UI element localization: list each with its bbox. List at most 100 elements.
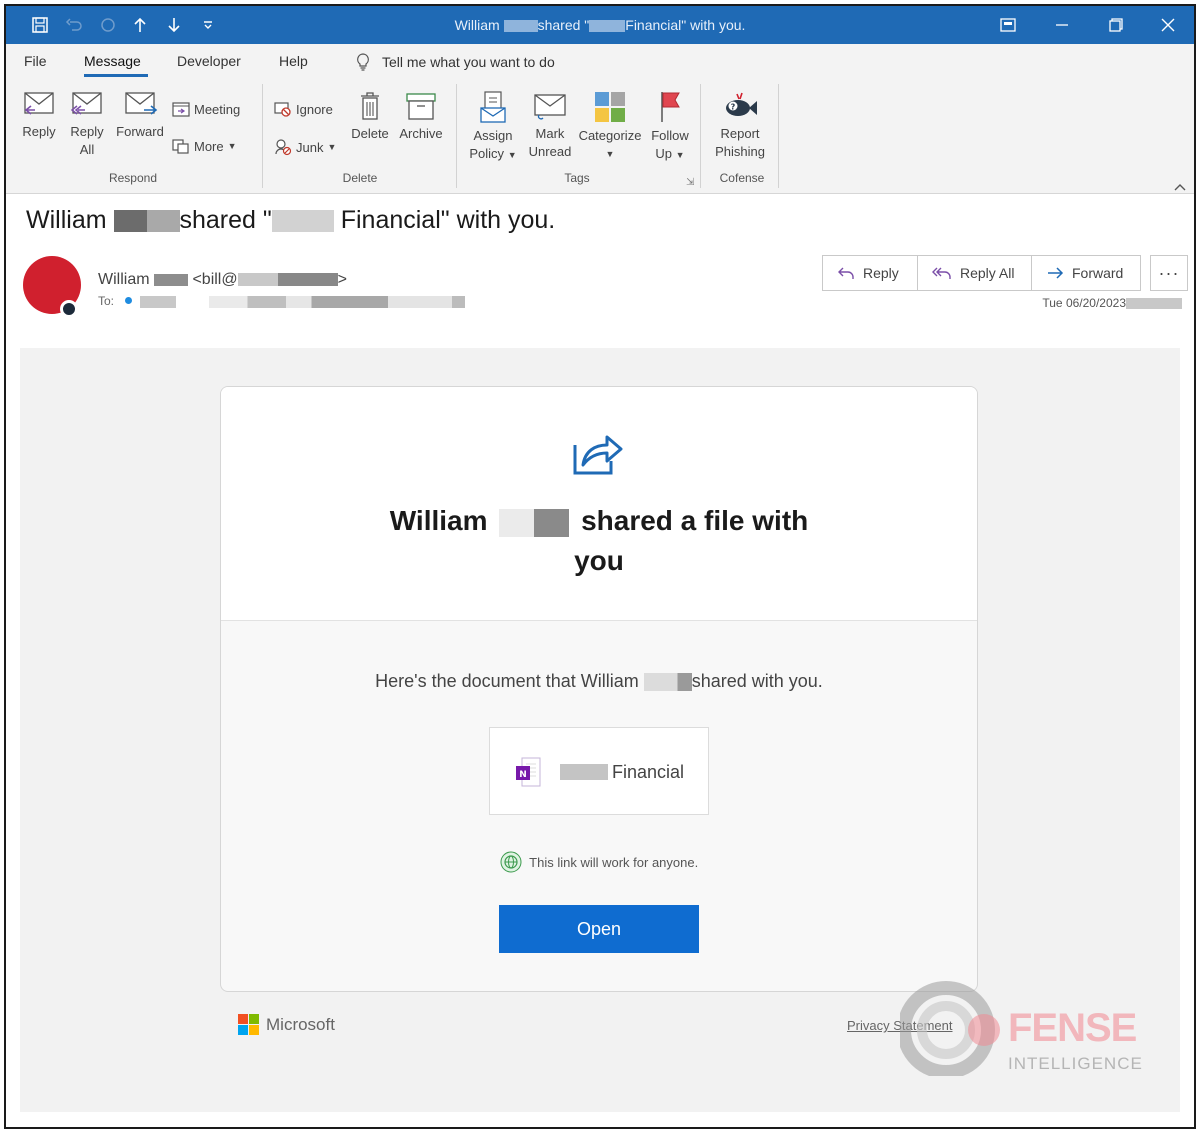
email-subject: William shared " Financial" with you. bbox=[26, 206, 556, 234]
dialog-launcher-icon[interactable]: ⇲ bbox=[686, 177, 694, 188]
watermark-sub: INTELLIGENCE bbox=[1008, 1054, 1143, 1073]
assign-label-2: Policy bbox=[469, 146, 505, 161]
lightbulb-icon bbox=[357, 53, 369, 71]
flag-icon bbox=[661, 92, 680, 122]
reply-all-arrow-icon bbox=[932, 267, 951, 279]
more-label: More bbox=[194, 138, 224, 154]
presence-dot-icon bbox=[125, 297, 133, 304]
link-note: This link will work for anyone. bbox=[221, 851, 977, 876]
menu-file[interactable]: File bbox=[24, 53, 47, 69]
ribbon-display-icon[interactable] bbox=[982, 6, 1034, 44]
active-tab-indicator bbox=[84, 74, 148, 77]
redaction bbox=[139, 295, 176, 308]
delete-label: Delete bbox=[351, 126, 389, 141]
microsoft-logo-icon bbox=[238, 1014, 259, 1035]
assign-policy-button[interactable]: Assign Policy ▼ bbox=[466, 90, 520, 164]
report-label-2: Phishing bbox=[715, 144, 765, 159]
forward-arrow-icon bbox=[1048, 267, 1064, 279]
collapse-ribbon-icon[interactable] bbox=[1174, 178, 1186, 196]
redaction bbox=[113, 210, 180, 233]
reply-all-button[interactable]: Reply All bbox=[917, 255, 1032, 291]
ribbon-separator bbox=[700, 84, 701, 188]
to-line: To: bbox=[98, 294, 466, 308]
reply-all-ribbon-button[interactable]: Reply All bbox=[66, 90, 108, 159]
group-cofense: Cofense bbox=[719, 171, 765, 185]
chevron-down-icon: ▼ bbox=[327, 142, 337, 152]
svg-text:?: ? bbox=[731, 103, 736, 112]
redaction bbox=[237, 273, 338, 287]
menu-message[interactable]: Message bbox=[84, 53, 141, 69]
share-headline-line-1: William shared a file with bbox=[389, 505, 809, 537]
menu-developer[interactable]: Developer bbox=[177, 53, 241, 69]
reply-button[interactable]: Reply bbox=[822, 255, 918, 291]
share-card-header: William shared a file with you bbox=[221, 387, 977, 621]
globe-icon bbox=[500, 851, 522, 876]
file-name: Financial bbox=[612, 762, 685, 782]
share-description: Here's the document that William shared … bbox=[375, 671, 823, 692]
title-bar: William shared " Financial" with you. bbox=[6, 6, 1194, 44]
more-actions-button[interactable]: ··· bbox=[1150, 255, 1188, 291]
delete-button[interactable]: Delete bbox=[348, 90, 392, 143]
group-tags: Tags bbox=[564, 171, 590, 185]
forward-ribbon-button[interactable]: Forward bbox=[114, 90, 166, 141]
junk-label: Junk bbox=[296, 139, 324, 155]
microsoft-logo: Microsoft bbox=[238, 1014, 335, 1036]
junk-icon bbox=[275, 139, 292, 156]
mark-unread-button[interactable]: Mark Unread bbox=[524, 90, 576, 161]
menu-help[interactable]: Help bbox=[279, 53, 308, 69]
assign-policy-icon bbox=[480, 91, 506, 123]
ribbon-separator bbox=[456, 84, 457, 188]
chevron-down-icon: ▼ bbox=[605, 149, 615, 159]
archive-button[interactable]: Archive bbox=[396, 90, 446, 143]
tell-me-search[interactable]: Tell me what you want to do bbox=[356, 53, 555, 71]
archive-icon bbox=[406, 93, 436, 120]
phish-icon: ? bbox=[726, 92, 757, 116]
redaction bbox=[209, 295, 466, 308]
share-icon bbox=[571, 431, 627, 482]
svg-text:N: N bbox=[519, 770, 527, 780]
restore-button[interactable] bbox=[1090, 6, 1142, 44]
received-date: Tue 06/20/2023 bbox=[1042, 296, 1182, 310]
reply-ribbon-button[interactable]: Reply bbox=[18, 90, 60, 141]
close-button[interactable] bbox=[1142, 6, 1194, 44]
meeting-label: Meeting bbox=[194, 101, 241, 117]
junk-button[interactable]: Junk ▼ bbox=[274, 138, 336, 156]
follow-label-2-row: Up ▼ bbox=[644, 145, 696, 164]
follow-label-1: Follow bbox=[651, 128, 689, 143]
categorize-label: Categorize bbox=[578, 128, 642, 143]
redaction bbox=[154, 273, 188, 286]
reply-arrow-icon bbox=[838, 267, 854, 279]
mark-unread-icon bbox=[534, 94, 566, 120]
more-respond-button[interactable]: More ▼ bbox=[172, 138, 237, 154]
open-button[interactable]: Open bbox=[499, 905, 699, 953]
presence-indicator bbox=[60, 300, 78, 318]
follow-label-2: Up bbox=[655, 146, 673, 161]
minimize-button[interactable] bbox=[1036, 6, 1088, 44]
redaction bbox=[643, 673, 692, 692]
cofense-watermark: FENSE INTELLIGENCE bbox=[897, 976, 1160, 1081]
ribbon-separator bbox=[778, 84, 779, 188]
trash-icon bbox=[361, 92, 379, 120]
assign-label-1: Assign bbox=[473, 128, 513, 143]
forward-button-label: Forward bbox=[1072, 265, 1124, 281]
forward-button[interactable]: Forward bbox=[1031, 255, 1141, 291]
sender-line[interactable]: William <bill@ > bbox=[98, 271, 347, 289]
forward-mail-icon bbox=[125, 92, 158, 115]
reply-all-button-label: Reply All bbox=[960, 265, 1015, 281]
ribbon-separator bbox=[262, 84, 263, 188]
assign-label-2-row: Policy ▼ bbox=[466, 145, 520, 164]
ignore-icon bbox=[274, 102, 291, 117]
onenote-file-icon: N bbox=[514, 756, 542, 793]
ignore-button[interactable]: Ignore bbox=[274, 101, 333, 117]
reply-all-label-1: Reply bbox=[70, 124, 104, 139]
share-card: William shared a file with you Here's th… bbox=[220, 386, 978, 992]
share-headline-line-2: you bbox=[574, 545, 624, 576]
forward-ribbon-label: Forward bbox=[116, 124, 164, 139]
shared-file-tile[interactable]: N Financial bbox=[489, 727, 709, 815]
ribbon: Reply Reply All Forward Meeting More ▼ R… bbox=[6, 78, 1194, 194]
report-phishing-button[interactable]: ? Report Phishing bbox=[708, 90, 772, 161]
categorize-button[interactable]: Categorize ▼ bbox=[576, 90, 644, 163]
follow-up-button[interactable]: Follow Up ▼ bbox=[644, 90, 696, 164]
meeting-button[interactable]: Meeting bbox=[172, 101, 240, 117]
email-body: William shared a file with you Here's th… bbox=[20, 348, 1180, 1112]
